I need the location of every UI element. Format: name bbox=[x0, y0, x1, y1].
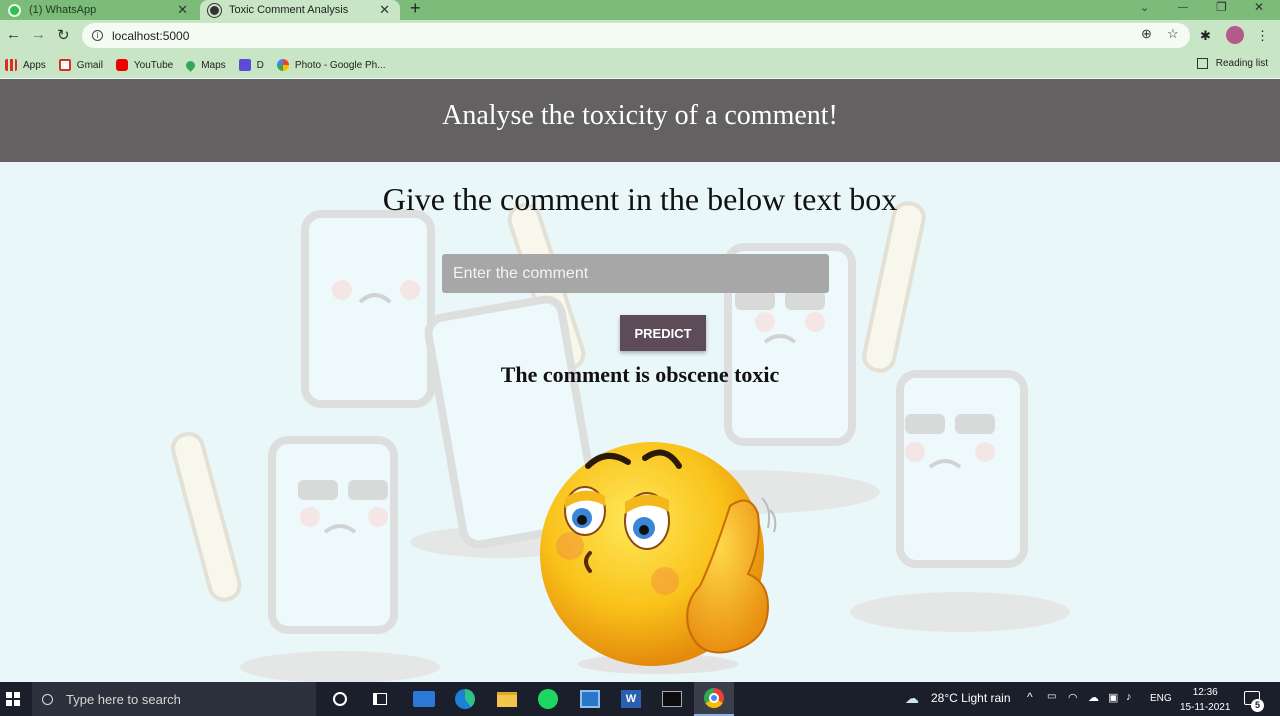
page-header: Analyse the toxicity of a comment! bbox=[0, 79, 1280, 162]
bookmark-label: Maps bbox=[201, 59, 226, 71]
network-icon[interactable]: ◠ bbox=[1068, 691, 1078, 704]
tab-label: Toxic Comment Analysis bbox=[229, 4, 349, 16]
profile-avatar[interactable] bbox=[1226, 26, 1244, 44]
google-photos-icon bbox=[276, 59, 289, 71]
bookmark-label: Apps bbox=[23, 59, 46, 71]
spotify-icon[interactable] bbox=[536, 687, 560, 711]
close-tab-icon[interactable]: ✕ bbox=[177, 2, 188, 18]
youtube-icon bbox=[115, 59, 128, 71]
extensions-puzzle-icon[interactable]: ✱ bbox=[1200, 28, 1211, 44]
language-indicator[interactable]: ENG bbox=[1150, 693, 1172, 704]
tab-whatsapp[interactable]: (1) WhatsApp ✕ bbox=[0, 0, 198, 20]
task-view-icon[interactable] bbox=[368, 687, 392, 711]
chrome-icon[interactable] bbox=[694, 682, 734, 716]
windows-start-icon[interactable] bbox=[6, 692, 20, 706]
weather-text[interactable]: 28°C Light rain bbox=[931, 691, 1011, 705]
predict-button[interactable]: PREDICT bbox=[620, 315, 706, 351]
apps-grid-icon bbox=[5, 59, 17, 71]
new-tab-button[interactable]: + bbox=[410, 0, 421, 19]
clock-time: 12:36 bbox=[1192, 687, 1218, 698]
clock-date: 15-11-2021 bbox=[1180, 702, 1231, 713]
bookmark-apps[interactable]: Apps bbox=[5, 59, 46, 71]
show-hidden-icons-chevron-icon[interactable]: ^ bbox=[1027, 690, 1033, 704]
gmail-icon bbox=[58, 59, 71, 71]
prediction-result: The comment is obscene toxic bbox=[500, 362, 780, 387]
reading-list-icon bbox=[1196, 58, 1208, 69]
bookmark-label: YouTube bbox=[133, 59, 174, 71]
minimize-button[interactable]: — bbox=[1178, 2, 1188, 13]
photos-icon[interactable] bbox=[578, 687, 602, 711]
windows-taskbar: Type here to search W ☁ 28°C Light rain … bbox=[0, 682, 1280, 716]
bookmark-gmail[interactable]: Gmail bbox=[58, 59, 103, 71]
volume-icon[interactable]: ♪ bbox=[1126, 691, 1132, 703]
bookmark-label: Gmail bbox=[76, 59, 103, 71]
site-info-icon[interactable]: i bbox=[92, 30, 103, 41]
page-title: Analyse the toxicity of a comment! bbox=[442, 99, 838, 131]
terminal-icon[interactable] bbox=[660, 687, 684, 711]
display-icon[interactable]: ▣ bbox=[1108, 691, 1118, 704]
forward-arrow-icon[interactable]: → bbox=[31, 26, 46, 43]
bookmark-label: Photo - Google Ph... bbox=[294, 59, 386, 71]
tab-label: (1) WhatsApp bbox=[29, 4, 97, 16]
battery-icon[interactable]: ▭ bbox=[1047, 691, 1056, 702]
tab-toxic-comment-analysis[interactable]: Toxic Comment Analysis ✕ bbox=[200, 0, 400, 20]
mail-icon[interactable] bbox=[412, 687, 436, 711]
zoom-icon[interactable]: ⊕ bbox=[1141, 26, 1152, 42]
bookmark-label: D bbox=[256, 59, 264, 71]
comment-input[interactable] bbox=[442, 254, 829, 293]
bookmark-d[interactable]: D bbox=[238, 59, 264, 71]
browser-toolbar: ← → ↻ i localhost:5000 ⊕ ☆ ✱ ⋮ bbox=[0, 20, 1280, 52]
bookmark-youtube[interactable]: YouTube bbox=[115, 59, 174, 71]
restore-button[interactable]: ❐ bbox=[1216, 0, 1227, 14]
edge-icon[interactable] bbox=[453, 687, 477, 711]
cortana-icon[interactable] bbox=[328, 687, 352, 711]
globe-icon bbox=[208, 3, 221, 17]
bookmarks-bar: Apps Gmail YouTube Maps D Photo - Google… bbox=[0, 52, 1280, 78]
clock[interactable]: 12:36 15-11-2021 bbox=[1180, 685, 1230, 715]
search-placeholder: Type here to search bbox=[66, 691, 181, 707]
search-icon bbox=[42, 693, 53, 705]
whatsapp-icon bbox=[8, 3, 21, 17]
weather-cloud-icon[interactable]: ☁ bbox=[905, 690, 919, 707]
address-bar[interactable]: i localhost:5000 bbox=[82, 23, 1190, 48]
reading-list-label: Reading list bbox=[1215, 58, 1268, 69]
close-tab-icon[interactable]: ✕ bbox=[379, 2, 390, 18]
word-icon[interactable]: W bbox=[619, 687, 643, 711]
bookmark-google-photos[interactable]: Photo - Google Ph... bbox=[276, 59, 386, 71]
bookmark-maps[interactable]: Maps bbox=[184, 58, 226, 72]
url-text: localhost:5000 bbox=[112, 28, 190, 43]
thinking-emoji-image bbox=[540, 442, 777, 674]
bookmark-list-icon bbox=[238, 59, 251, 71]
tab-search-icon[interactable]: ⌄ bbox=[1140, 1, 1149, 14]
close-window-button[interactable]: ✕ bbox=[1254, 0, 1264, 14]
reading-list-button[interactable]: Reading list bbox=[1196, 58, 1268, 69]
onedrive-icon[interactable]: ☁ bbox=[1088, 691, 1099, 704]
chrome-menu-icon[interactable]: ⋮ bbox=[1256, 28, 1269, 44]
reload-icon[interactable]: ↻ bbox=[57, 26, 70, 44]
tab-strip: (1) WhatsApp ✕ Toxic Comment Analysis ✕ … bbox=[0, 0, 1280, 20]
notification-count-badge: 5 bbox=[1251, 699, 1264, 712]
file-explorer-icon[interactable] bbox=[495, 687, 519, 711]
bookmark-star-icon[interactable]: ☆ bbox=[1167, 26, 1179, 42]
maps-icon bbox=[184, 58, 198, 72]
back-arrow-icon[interactable]: ← bbox=[6, 26, 21, 43]
taskbar-search-box[interactable]: Type here to search bbox=[32, 682, 316, 716]
instruction-heading: Give the comment in the below text box bbox=[382, 181, 898, 217]
